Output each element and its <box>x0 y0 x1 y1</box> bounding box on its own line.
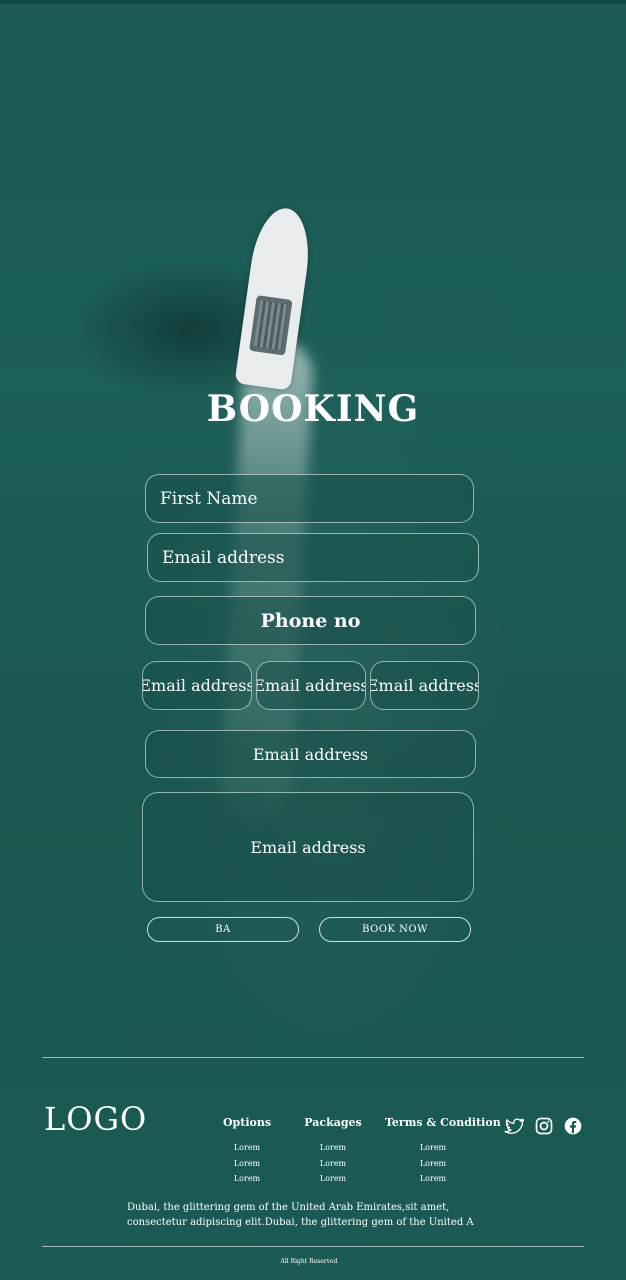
field-d-placeholder: Email address <box>252 744 369 764</box>
footer-link[interactable]: Lorem <box>300 1140 366 1156</box>
footer-heading-terms[interactable]: Terms & Condition <box>385 1116 501 1129</box>
field-b-placeholder: Email address <box>256 676 366 695</box>
footer-logo[interactable]: LOGO <box>44 1100 147 1138</box>
first-name-placeholder: First Name <box>160 488 258 509</box>
footer-link[interactable]: Lorem <box>222 1171 272 1187</box>
footer-divider-bottom <box>42 1246 584 1247</box>
phone-placeholder: Phone no <box>260 609 361 632</box>
footer-link[interactable]: Lorem <box>385 1156 481 1172</box>
footer-link[interactable]: Lorem <box>222 1156 272 1172</box>
top-bar <box>0 0 626 4</box>
footer-link[interactable]: Lorem <box>385 1171 481 1187</box>
field-b-input[interactable]: Email address <box>256 661 366 710</box>
twitter-icon[interactable] <box>504 1116 524 1136</box>
footer-heading-options[interactable]: Options <box>222 1116 272 1129</box>
footer-divider-top <box>42 1057 584 1058</box>
back-button[interactable]: BA <box>147 917 299 942</box>
instagram-icon[interactable] <box>534 1116 554 1136</box>
email-placeholder: Email address <box>162 547 285 568</box>
book-now-button[interactable]: BOOK NOW <box>319 917 471 942</box>
field-a-placeholder: Email address <box>142 676 252 695</box>
footer-column-packages: Packages Lorem Lorem Lorem <box>300 1116 366 1187</box>
footer-link[interactable]: Lorem <box>222 1140 272 1156</box>
page-title: BOOKING <box>206 388 420 430</box>
first-name-input[interactable]: First Name <box>145 474 474 523</box>
footer-column-terms: Terms & Condition Lorem Lorem Lorem <box>385 1116 501 1187</box>
footer-description: Dubai, the glittering gem of the United … <box>127 1202 474 1228</box>
footer-column-options: Options Lorem Lorem Lorem <box>222 1116 272 1187</box>
field-c-input[interactable]: Email address <box>370 661 479 710</box>
message-textarea[interactable]: Email address <box>142 792 474 902</box>
facebook-icon[interactable] <box>563 1116 583 1136</box>
footer-link[interactable]: Lorem <box>300 1171 366 1187</box>
phone-input[interactable]: Phone no <box>145 596 476 645</box>
field-d-input[interactable]: Email address <box>145 730 476 778</box>
footer-link[interactable]: Lorem <box>385 1140 481 1156</box>
field-c-placeholder: Email address <box>370 676 479 695</box>
message-placeholder: Email address <box>250 837 366 857</box>
copyright-text: All Right Reserved <box>280 1258 338 1265</box>
footer-link[interactable]: Lorem <box>300 1156 366 1172</box>
field-a-input[interactable]: Email address <box>142 661 252 710</box>
footer-heading-packages[interactable]: Packages <box>300 1116 366 1129</box>
email-input[interactable]: Email address <box>147 533 479 582</box>
